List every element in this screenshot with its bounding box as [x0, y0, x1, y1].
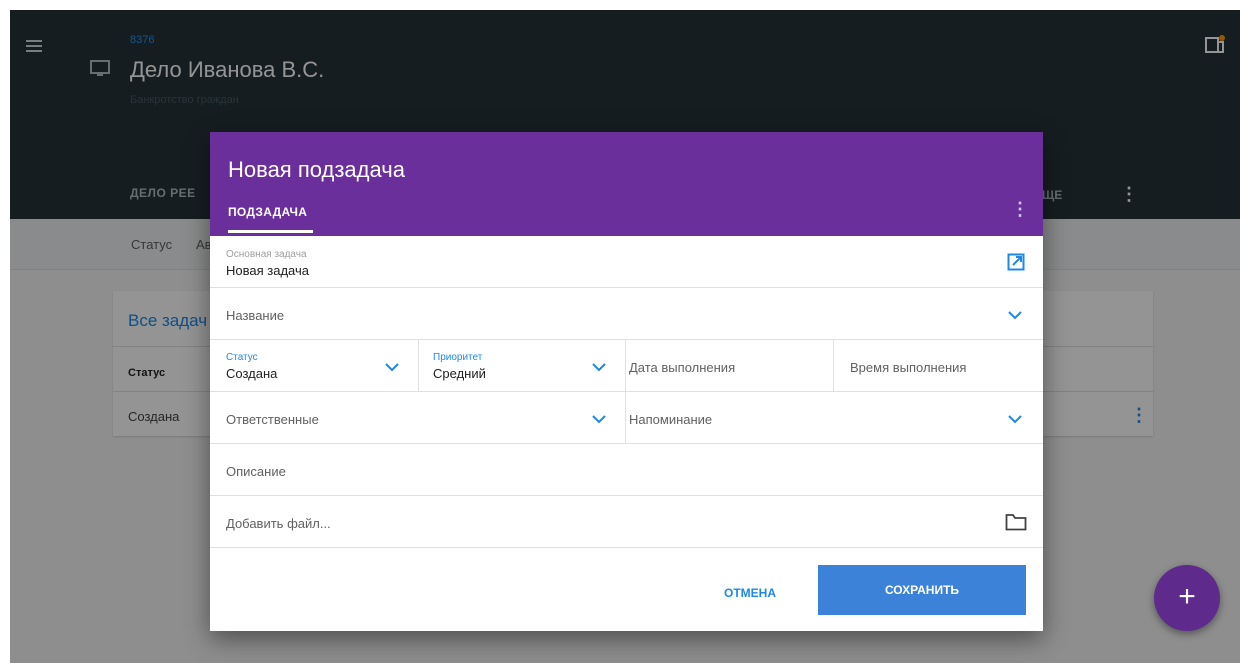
tab-indicator	[228, 230, 313, 233]
name-row[interactable]: Название	[210, 288, 1043, 340]
chevron-down-icon[interactable]	[1008, 310, 1022, 320]
due-date-field[interactable]: Дата выполнения	[629, 360, 735, 375]
add-button[interactable]: +	[1154, 565, 1220, 631]
chevron-down-icon[interactable]	[592, 414, 606, 424]
priority-select[interactable]: Средний	[433, 366, 486, 381]
app-window: 8376 Дело Иванова В.С. Банкротство гражд…	[10, 10, 1240, 663]
divider	[625, 340, 626, 391]
description-field[interactable]: Описание	[226, 464, 286, 479]
save-button[interactable]: СОХРАНИТЬ	[818, 565, 1026, 615]
description-row[interactable]: Описание	[210, 444, 1043, 496]
folder-icon[interactable]	[1005, 513, 1027, 531]
status-priority-row: Статус Создана Приоритет Средний Дата вы…	[210, 340, 1043, 392]
assignees-reminder-row: Ответственные Напоминание	[210, 392, 1043, 444]
chevron-down-icon[interactable]	[1008, 414, 1022, 424]
new-subtask-dialog: Новая подзадача ПОДЗАДАЧА ⋮ Основная зад…	[210, 132, 1043, 631]
priority-label: Приоритет	[433, 352, 483, 363]
status-label: Статус	[226, 352, 258, 363]
tab-subtask[interactable]: ПОДЗАДАЧА	[228, 205, 307, 219]
open-external-icon[interactable]	[1007, 253, 1025, 271]
add-file-row[interactable]: Добавить файл...	[210, 496, 1043, 548]
chevron-down-icon[interactable]	[385, 362, 399, 372]
due-time-field[interactable]: Время выполнения	[850, 360, 966, 375]
divider	[833, 340, 834, 391]
save-button-label: СОХРАНИТЬ	[884, 583, 960, 597]
chevron-down-icon[interactable]	[592, 362, 606, 372]
dialog-header: Новая подзадача ПОДЗАДАЧА ⋮	[210, 132, 1043, 236]
main-task-value: Новая задача	[226, 263, 309, 278]
cancel-button-label: ОТМЕНА	[724, 586, 776, 600]
kebab-menu-icon[interactable]: ⋮	[1011, 199, 1029, 220]
divider	[418, 340, 419, 391]
status-select[interactable]: Создана	[226, 366, 277, 381]
main-task-label: Основная задача	[226, 249, 307, 260]
divider	[625, 392, 626, 443]
main-task-row[interactable]: Основная задача Новая задача	[210, 236, 1043, 288]
reminder-select[interactable]: Напоминание	[629, 412, 712, 427]
dialog-title: Новая подзадача	[228, 157, 405, 182]
cancel-button[interactable]: ОТМЕНА	[698, 575, 802, 611]
name-field[interactable]: Название	[226, 308, 284, 323]
add-file-field[interactable]: Добавить файл...	[226, 516, 331, 531]
plus-icon: +	[1178, 580, 1196, 613]
assignees-select[interactable]: Ответственные	[226, 412, 319, 427]
